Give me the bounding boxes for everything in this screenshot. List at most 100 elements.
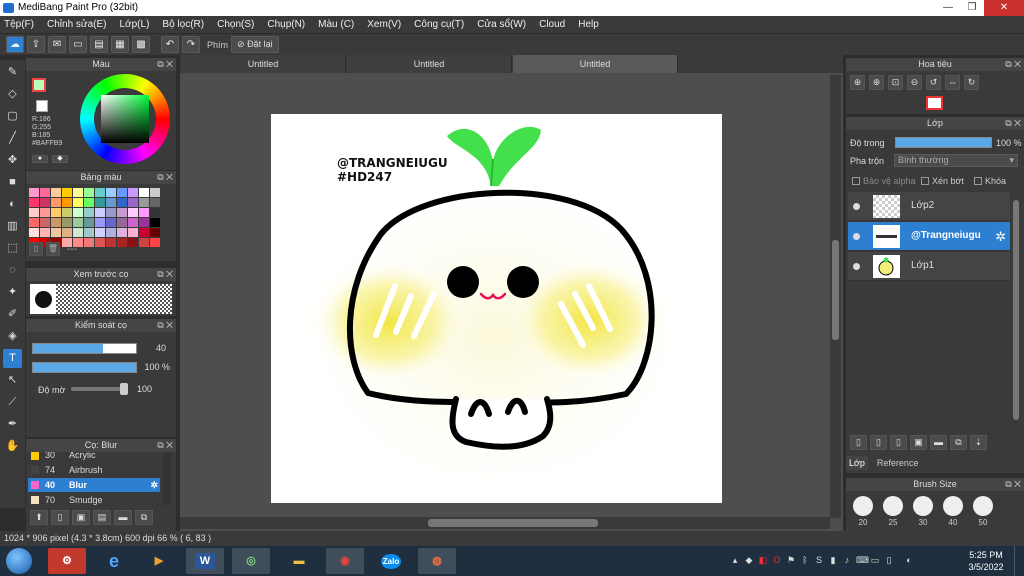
color-swatch[interactable] [139, 228, 149, 237]
color-swatch[interactable] [128, 218, 138, 227]
eraser-tool-icon[interactable]: ◇ [3, 85, 22, 104]
volume-icon[interactable]: ♪ [842, 555, 852, 566]
new-layer-alt-icon[interactable]: ▯ [870, 435, 887, 450]
menu-edit[interactable]: Chỉnh sửa(E) [47, 19, 107, 30]
protect-alpha-checkbox[interactable]: Bảo vệ alpha [852, 176, 916, 186]
eye-icon[interactable] [853, 203, 860, 210]
color-swatch[interactable] [128, 238, 138, 247]
brush-size-preset[interactable]: 20 [852, 496, 874, 527]
clock[interactable]: 5:25 PM 3/5/2022 [966, 549, 1006, 573]
color-swatch[interactable] [150, 188, 160, 197]
network-icon[interactable]: ▮ [828, 555, 838, 566]
color-swatch[interactable] [139, 218, 149, 227]
message-icon[interactable]: ▯ [884, 555, 894, 566]
color-swatch[interactable] [150, 198, 160, 207]
color-swatch[interactable] [117, 198, 127, 207]
panel-controls-icon[interactable]: ⧉ ✕ [157, 268, 173, 281]
brush-item[interactable]: 74 Airbrush [28, 463, 160, 477]
menu-select[interactable]: Chọn(S) [217, 19, 254, 30]
color-swatch[interactable] [51, 208, 61, 217]
brush-size-preset[interactable]: 40 [942, 496, 964, 527]
delete-swatch-icon[interactable]: 🗑 [46, 242, 60, 256]
opera-icon[interactable]: O [772, 555, 782, 566]
app-launcher-icon[interactable]: ⚙ [48, 548, 86, 574]
tab-reference[interactable]: Reference [874, 456, 922, 470]
color-swatch[interactable] [117, 228, 127, 237]
color-swatch[interactable] [62, 218, 72, 227]
color-swatch[interactable] [51, 228, 61, 237]
fill-rect-tool-icon[interactable]: ■ [3, 173, 22, 192]
select-pen-tool-icon[interactable]: ✐ [3, 305, 22, 324]
color-swatch[interactable] [106, 238, 116, 247]
color-swatch[interactable] [106, 198, 116, 207]
brush-size-value[interactable]: 40 [144, 343, 166, 353]
chrome-icon[interactable]: ◉ [326, 548, 364, 574]
layer-row[interactable]: Lớp1 [848, 252, 1010, 281]
bucket-tool-icon[interactable]: ◐ [3, 195, 22, 214]
brush-list-scrollbar[interactable] [162, 453, 171, 505]
tab-layer[interactable]: Lớp [846, 456, 868, 470]
eye-icon[interactable] [853, 263, 860, 270]
color-swatch[interactable] [29, 208, 39, 217]
brush-alpha-slider[interactable] [32, 362, 137, 373]
color-swatch[interactable] [51, 218, 61, 227]
flag-icon[interactable]: ⚑ [786, 555, 796, 566]
brush-settings-icon[interactable]: ▤ [93, 510, 111, 525]
opacity-track[interactable] [71, 387, 126, 391]
antivirus-icon[interactable]: ◧ [758, 555, 768, 566]
canvas-horizontal-scrollbar[interactable] [180, 517, 830, 529]
brush-folder-icon[interactable]: ▬ [114, 510, 132, 525]
opacity-knob[interactable] [120, 383, 128, 395]
tab-untitled-1[interactable]: Untitled [181, 55, 346, 73]
save-icon[interactable]: ▤ [90, 36, 108, 53]
scroll-thumb[interactable] [1013, 200, 1019, 420]
minimize-button[interactable]: — [936, 0, 960, 16]
move-tool-icon[interactable]: ✥ [3, 151, 22, 170]
undo-icon[interactable]: ↶ [161, 36, 179, 53]
brush-size-slider[interactable] [32, 343, 137, 354]
scroll-thumb[interactable] [832, 240, 839, 340]
eyedropper-tool-icon[interactable]: ⟋ [3, 393, 22, 412]
canvas-vertical-scrollbar[interactable] [830, 75, 841, 518]
color-swatch[interactable] [150, 228, 160, 237]
gradient-tool-icon[interactable]: ▥ [3, 217, 22, 236]
color-swatch[interactable] [84, 228, 94, 237]
color-swatch[interactable] [150, 218, 160, 227]
select-tool-icon[interactable]: ⬚ [3, 239, 22, 258]
file-explorer-icon[interactable]: ▬ [280, 548, 318, 574]
brush-copy-icon[interactable]: ⧉ [135, 510, 153, 525]
panel-controls-icon[interactable]: ⧉ ✕ [157, 171, 173, 184]
color-swatch[interactable] [128, 188, 138, 197]
blend-mode-select[interactable]: Bình thường ▾ [894, 154, 1018, 167]
layer-row[interactable]: Lớp2 [848, 192, 1010, 221]
color-swatch[interactable] [73, 188, 83, 197]
brush-menu-icon[interactable]: ▣ [72, 510, 90, 525]
zalo-icon[interactable]: Zalo [372, 548, 410, 574]
tray-expand-icon[interactable]: ▴ [730, 555, 740, 566]
panel-controls-icon[interactable]: ⧉ ✕ [1005, 478, 1021, 491]
menu-view[interactable]: Xem(V) [367, 19, 401, 30]
color-swatch[interactable] [84, 198, 94, 207]
rotate-left-icon[interactable]: ↺ [926, 75, 941, 90]
color-swatch[interactable] [117, 218, 127, 227]
pen-tool-icon[interactable]: ✒ [3, 415, 22, 434]
text-tool-icon[interactable]: T [3, 349, 22, 368]
color-mode-icon[interactable]: ● [32, 155, 48, 163]
color-swatch[interactable] [95, 198, 105, 207]
color-wheel[interactable] [80, 74, 170, 164]
brush-tool-icon[interactable]: ✎ [3, 63, 22, 82]
color-swatch[interactable] [40, 208, 50, 217]
panel-controls-icon[interactable]: ⧉ ✕ [157, 439, 173, 452]
battery-icon[interactable]: ▭ [870, 555, 880, 566]
zoom-out-icon[interactable]: ⊖ [907, 75, 922, 90]
lasso-tool-icon[interactable]: ◌ [3, 261, 22, 280]
color-swatch[interactable] [51, 198, 61, 207]
brush-size-preset[interactable]: 50 [972, 496, 994, 527]
rotate-right-icon[interactable]: ↻ [964, 75, 979, 90]
share-icon[interactable]: ⇪ [27, 36, 45, 53]
media-player-icon[interactable]: ▶ [140, 548, 178, 574]
color-swatch[interactable] [139, 198, 149, 207]
new-layer-icon[interactable]: ▯ [850, 435, 867, 450]
gear-icon[interactable]: ✲ [995, 229, 1006, 245]
color-swatch[interactable] [95, 218, 105, 227]
